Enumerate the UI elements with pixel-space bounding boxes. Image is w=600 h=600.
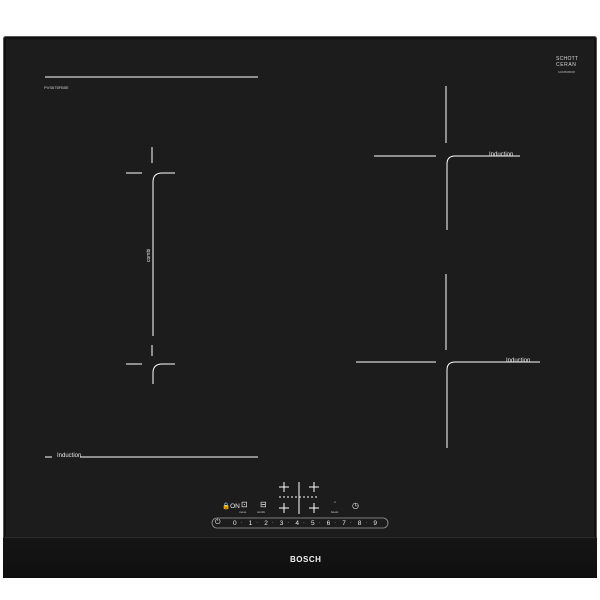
right-top-zone-label: Induction	[489, 152, 514, 158]
power-level-9[interactable]: 9	[373, 520, 377, 527]
brand-logo: BOSCH	[290, 555, 322, 564]
combi-zone-label: combi	[146, 248, 152, 262]
slider-dot: ·	[318, 520, 321, 526]
move-label: move	[239, 510, 247, 514]
power-level-0[interactable]: 0	[233, 520, 237, 527]
slider-dot: ·	[240, 520, 243, 526]
timer-icon[interactable]: ◷	[352, 501, 359, 510]
power-button[interactable]: ⏻	[215, 519, 221, 527]
power-level-7[interactable]: 7	[342, 520, 346, 527]
cooking-zone-markings	[45, 76, 540, 529]
schott-logo-line2: CERAN	[556, 62, 577, 68]
slider-dot: ·	[365, 520, 368, 526]
power-level-1[interactable]: 1	[249, 520, 253, 527]
power-level-2[interactable]: 2	[264, 520, 268, 527]
slider-dot: ·	[271, 520, 274, 526]
combi-control-label: combi	[257, 510, 266, 514]
slider-dot: ·	[349, 520, 352, 526]
power-level-4[interactable]: 4	[295, 520, 299, 527]
slider-dot: ·	[256, 520, 259, 526]
slider-dot: ·	[334, 520, 337, 526]
power-level-6[interactable]: 6	[327, 520, 331, 527]
slider-dot: ·	[302, 520, 305, 526]
move-icon[interactable]: ⊡	[241, 500, 248, 509]
boost-label: boost	[331, 510, 339, 514]
bottom-left-zone-label: Induction	[57, 453, 82, 459]
schott-logo-line3: 1003508F08	[558, 70, 575, 74]
boost-icon[interactable]: ◦	[334, 500, 336, 506]
model-code: PVS675FB5E	[44, 85, 69, 90]
right-bottom-zone-label: Induction	[506, 358, 531, 364]
combi-icon[interactable]: ⊟	[260, 500, 267, 509]
power-level-8[interactable]: 8	[358, 520, 362, 527]
power-level-5[interactable]: 5	[311, 520, 315, 527]
lock-button[interactable]: 🔒ON	[222, 502, 240, 510]
slider-dot: ·	[287, 520, 290, 526]
power-level-3[interactable]: 3	[280, 520, 284, 527]
